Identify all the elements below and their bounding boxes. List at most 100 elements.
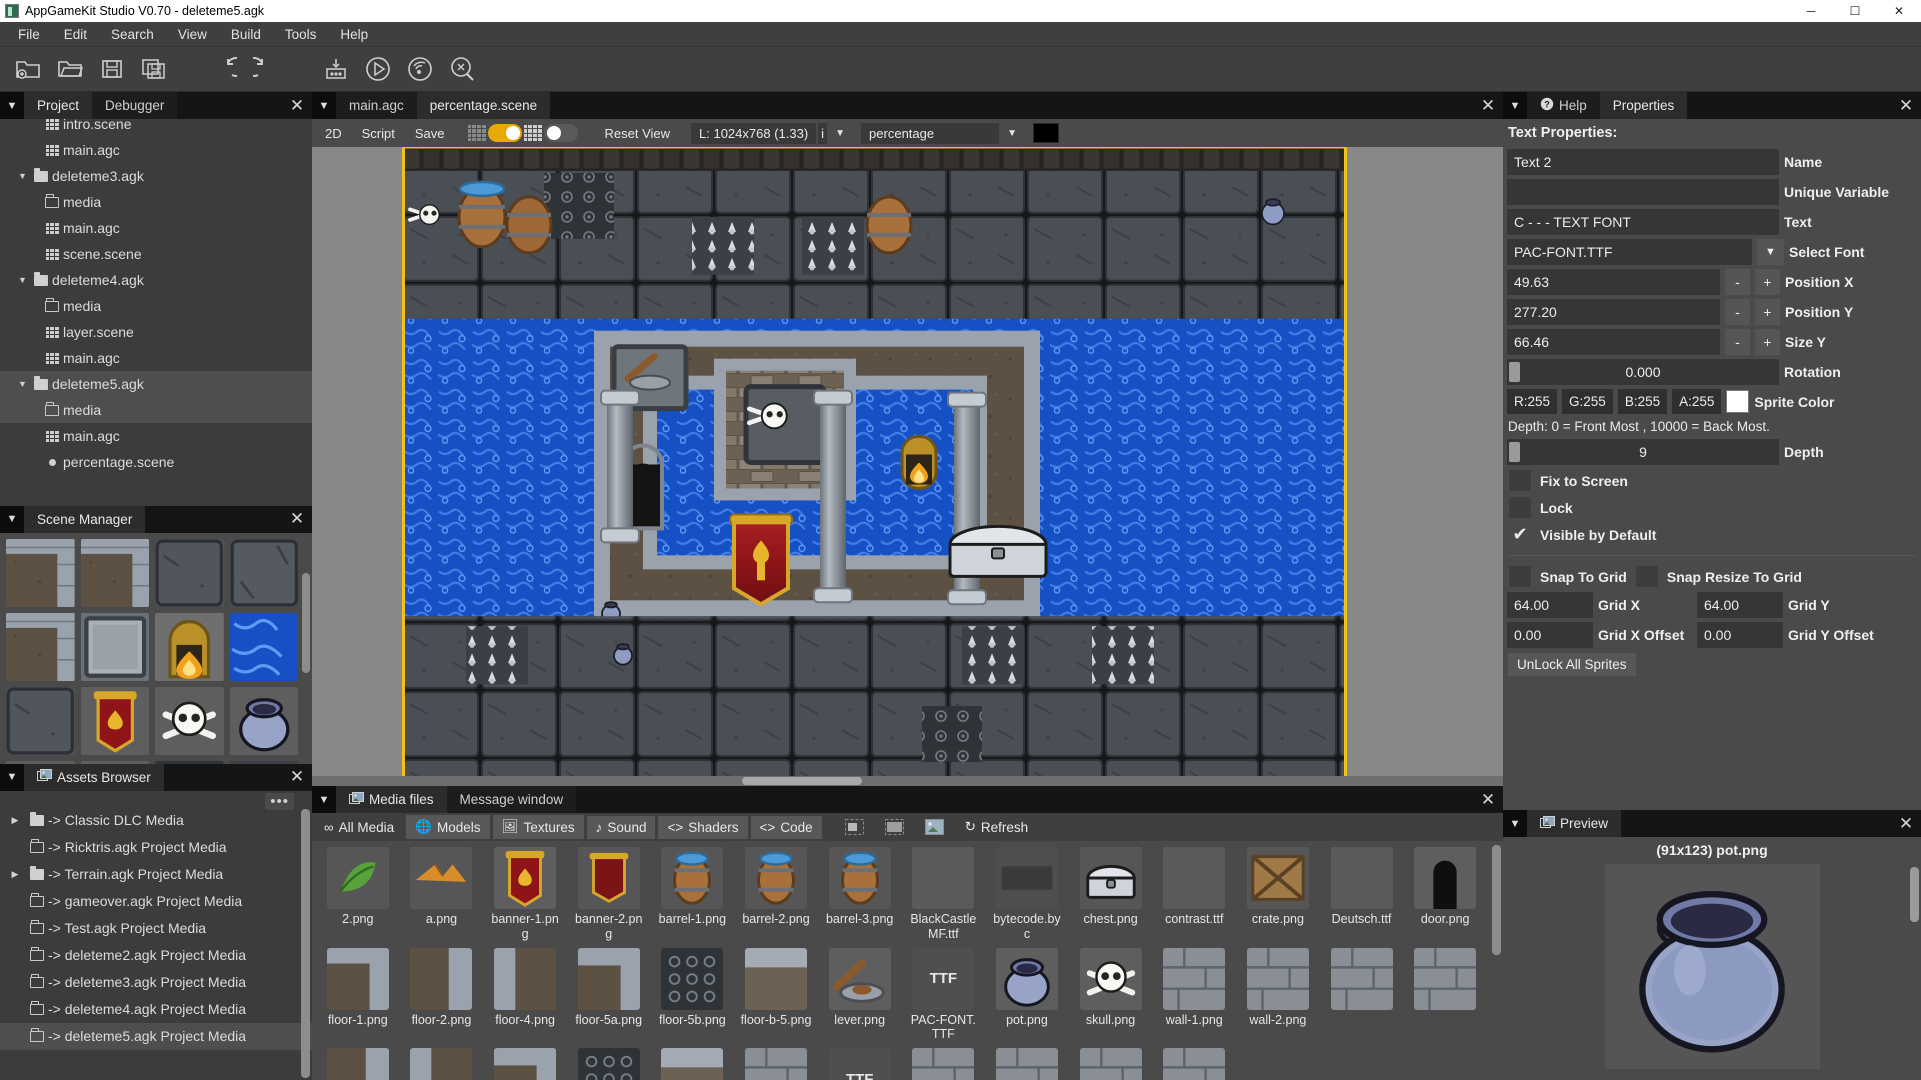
size-y-decrement[interactable]: - (1725, 329, 1750, 355)
media-file-item[interactable] (651, 1046, 735, 1080)
media-file-item[interactable] (1069, 1046, 1153, 1080)
media-file-item[interactable] (567, 1046, 651, 1080)
font-dropdown-icon[interactable]: ▼ (1757, 239, 1784, 265)
project-tree-item[interactable]: ▼deleteme3.agk (0, 163, 312, 189)
save-scene-button[interactable]: Save (406, 123, 454, 144)
build-icon[interactable] (316, 50, 356, 88)
project-tree-item[interactable]: ▼deleteme5.agk (0, 371, 312, 397)
tab-properties[interactable]: Properties (1600, 92, 1688, 119)
position-x-increment[interactable]: + (1755, 269, 1780, 295)
menu-item-search[interactable]: Search (99, 24, 166, 45)
rotation-slider[interactable]: 0.000 (1507, 359, 1779, 385)
scene-manager-tile[interactable] (6, 687, 75, 755)
media-file-item[interactable] (1403, 946, 1487, 1045)
project-tree-item[interactable]: media (0, 397, 312, 423)
scene-manager-scrollbar[interactable] (302, 573, 310, 673)
tab-project[interactable]: Project (24, 92, 92, 119)
media-file-item[interactable]: floor-5b.png (651, 946, 735, 1045)
assets-browser-item[interactable]: -> deleteme3.agk Project Media (0, 969, 312, 996)
position-x-input[interactable]: 49.63 (1507, 269, 1720, 295)
properties-caret-icon[interactable]: ▼ (1503, 92, 1527, 119)
fix-to-screen-checkbox[interactable] (1509, 470, 1531, 491)
project-tree-item[interactable]: media (0, 189, 312, 215)
media-file-item[interactable]: floor-2.png (400, 946, 484, 1045)
color-g-input[interactable]: G:255 (1562, 389, 1613, 414)
expand-arrow-icon[interactable]: ▶ (4, 869, 26, 880)
position-y-input[interactable]: 277.20 (1507, 299, 1720, 325)
project-panel-caret-icon[interactable]: ▼ (0, 92, 24, 119)
filter-sound[interactable]: ♪ Sound (587, 816, 656, 839)
layer-dropdown-icon[interactable]: ▼ (1001, 128, 1023, 139)
scene-manager-tile[interactable] (6, 539, 75, 607)
tab-message-window[interactable]: Message window (447, 786, 577, 813)
media-file-item[interactable]: wall-2.png (1236, 946, 1320, 1045)
tab-media-files[interactable]: Media files (336, 786, 447, 813)
text-input[interactable]: C - - - TEXT FONT (1507, 209, 1779, 235)
media-file-item[interactable]: pot.png (985, 946, 1069, 1045)
media-file-item[interactable]: barrel-1.png (651, 845, 735, 944)
tab-percentage-scene[interactable]: percentage.scene (417, 92, 550, 119)
tab-scene-manager[interactable]: Scene Manager (24, 506, 145, 533)
scene-manager-tile[interactable] (155, 613, 224, 681)
menu-item-edit[interactable]: Edit (52, 24, 99, 45)
preview-caret-icon[interactable]: ▼ (1503, 810, 1527, 837)
snap-to-grid-checkbox[interactable] (1509, 566, 1531, 587)
background-color-swatch[interactable] (1033, 123, 1059, 143)
scene-manager-tiles[interactable] (0, 533, 312, 764)
project-tree-item[interactable]: layer.scene (0, 319, 312, 345)
assets-browser-item[interactable]: -> deleteme5.agk Project Media (0, 1023, 312, 1050)
menu-item-view[interactable]: View (166, 24, 219, 45)
grid-dotted-icon[interactable] (468, 125, 486, 141)
project-tree-item[interactable]: main.agc (0, 137, 312, 163)
assets-browser-close-icon[interactable]: ✕ (282, 764, 312, 791)
grid-y-input[interactable]: 64.00 (1697, 592, 1783, 618)
menu-item-file[interactable]: File (6, 24, 52, 45)
media-file-item[interactable] (1152, 1046, 1236, 1080)
scene-manager-tile[interactable] (6, 613, 75, 681)
filter-all-media[interactable]: ∞ All Media (315, 816, 403, 839)
project-tree-item[interactable]: media (0, 293, 312, 319)
scene-manager-tile[interactable] (230, 539, 299, 607)
scene-canvas[interactable] (312, 147, 1503, 786)
resolution-dropdown-icon[interactable]: ▼ (829, 128, 851, 139)
sprite-color-swatch[interactable] (1726, 390, 1749, 413)
save-all-icon[interactable] (134, 50, 174, 88)
project-tree-item[interactable]: scene.scene (0, 241, 312, 267)
media-file-item[interactable]: barrel-3.png (818, 845, 902, 944)
media-file-item[interactable] (734, 1046, 818, 1080)
media-file-item[interactable]: TTFPAC-FONT.TTF (902, 946, 986, 1045)
lock-row[interactable]: Lock (1503, 494, 1921, 521)
project-tree-item[interactable]: percentage.scene (0, 449, 312, 475)
view-large-icon[interactable] (916, 815, 953, 839)
snap-resize-to-grid-checkbox[interactable] (1636, 566, 1658, 587)
media-file-grid[interactable]: 2.pnga.pngbanner-1.pngbanner-2.pngbarrel… (312, 841, 1503, 1080)
editor-caret-icon[interactable]: ▼ (312, 92, 336, 119)
project-tree-item[interactable]: ▼deleteme4.agk (0, 267, 312, 293)
tab-assets-browser[interactable]: Assets Browser (24, 764, 164, 791)
media-file-item[interactable]: bytecode.byc (985, 845, 1069, 944)
new-project-icon[interactable] (8, 50, 48, 88)
media-file-item[interactable] (1320, 946, 1404, 1045)
assets-browser-item[interactable]: -> Test.agk Project Media (0, 915, 312, 942)
grid-solid-icon[interactable] (524, 125, 542, 141)
debug-icon[interactable] (442, 50, 482, 88)
tab-help[interactable]: ? Help (1527, 92, 1600, 119)
assets-browser-more-icon[interactable]: ••• (265, 793, 294, 810)
media-file-item[interactable]: a.png (400, 845, 484, 944)
position-x-decrement[interactable]: - (1725, 269, 1750, 295)
media-scrollbar[interactable] (1492, 845, 1501, 955)
size-y-increment[interactable]: + (1755, 329, 1780, 355)
script-button[interactable]: Script (353, 123, 404, 144)
tree-expand-arrow-icon[interactable]: ▼ (15, 171, 30, 181)
tab-debugger[interactable]: Debugger (92, 92, 177, 119)
scene-manager-tile[interactable] (230, 687, 299, 755)
preview-close-icon[interactable]: ✕ (1891, 810, 1921, 837)
minimize-button[interactable]: ─ (1789, 0, 1833, 22)
media-file-item[interactable]: floor-5a.png (567, 946, 651, 1045)
filter-models[interactable]: 🌐 Models (406, 815, 489, 839)
assets-browser-item[interactable]: ▶-> Classic DLC Media (0, 807, 312, 834)
scene-manager-tile[interactable] (81, 687, 150, 755)
depth-slider[interactable]: 9 (1507, 439, 1779, 465)
resolution-field[interactable]: L: 1024x768 (1.33) (691, 123, 816, 144)
menu-item-build[interactable]: Build (219, 24, 273, 45)
